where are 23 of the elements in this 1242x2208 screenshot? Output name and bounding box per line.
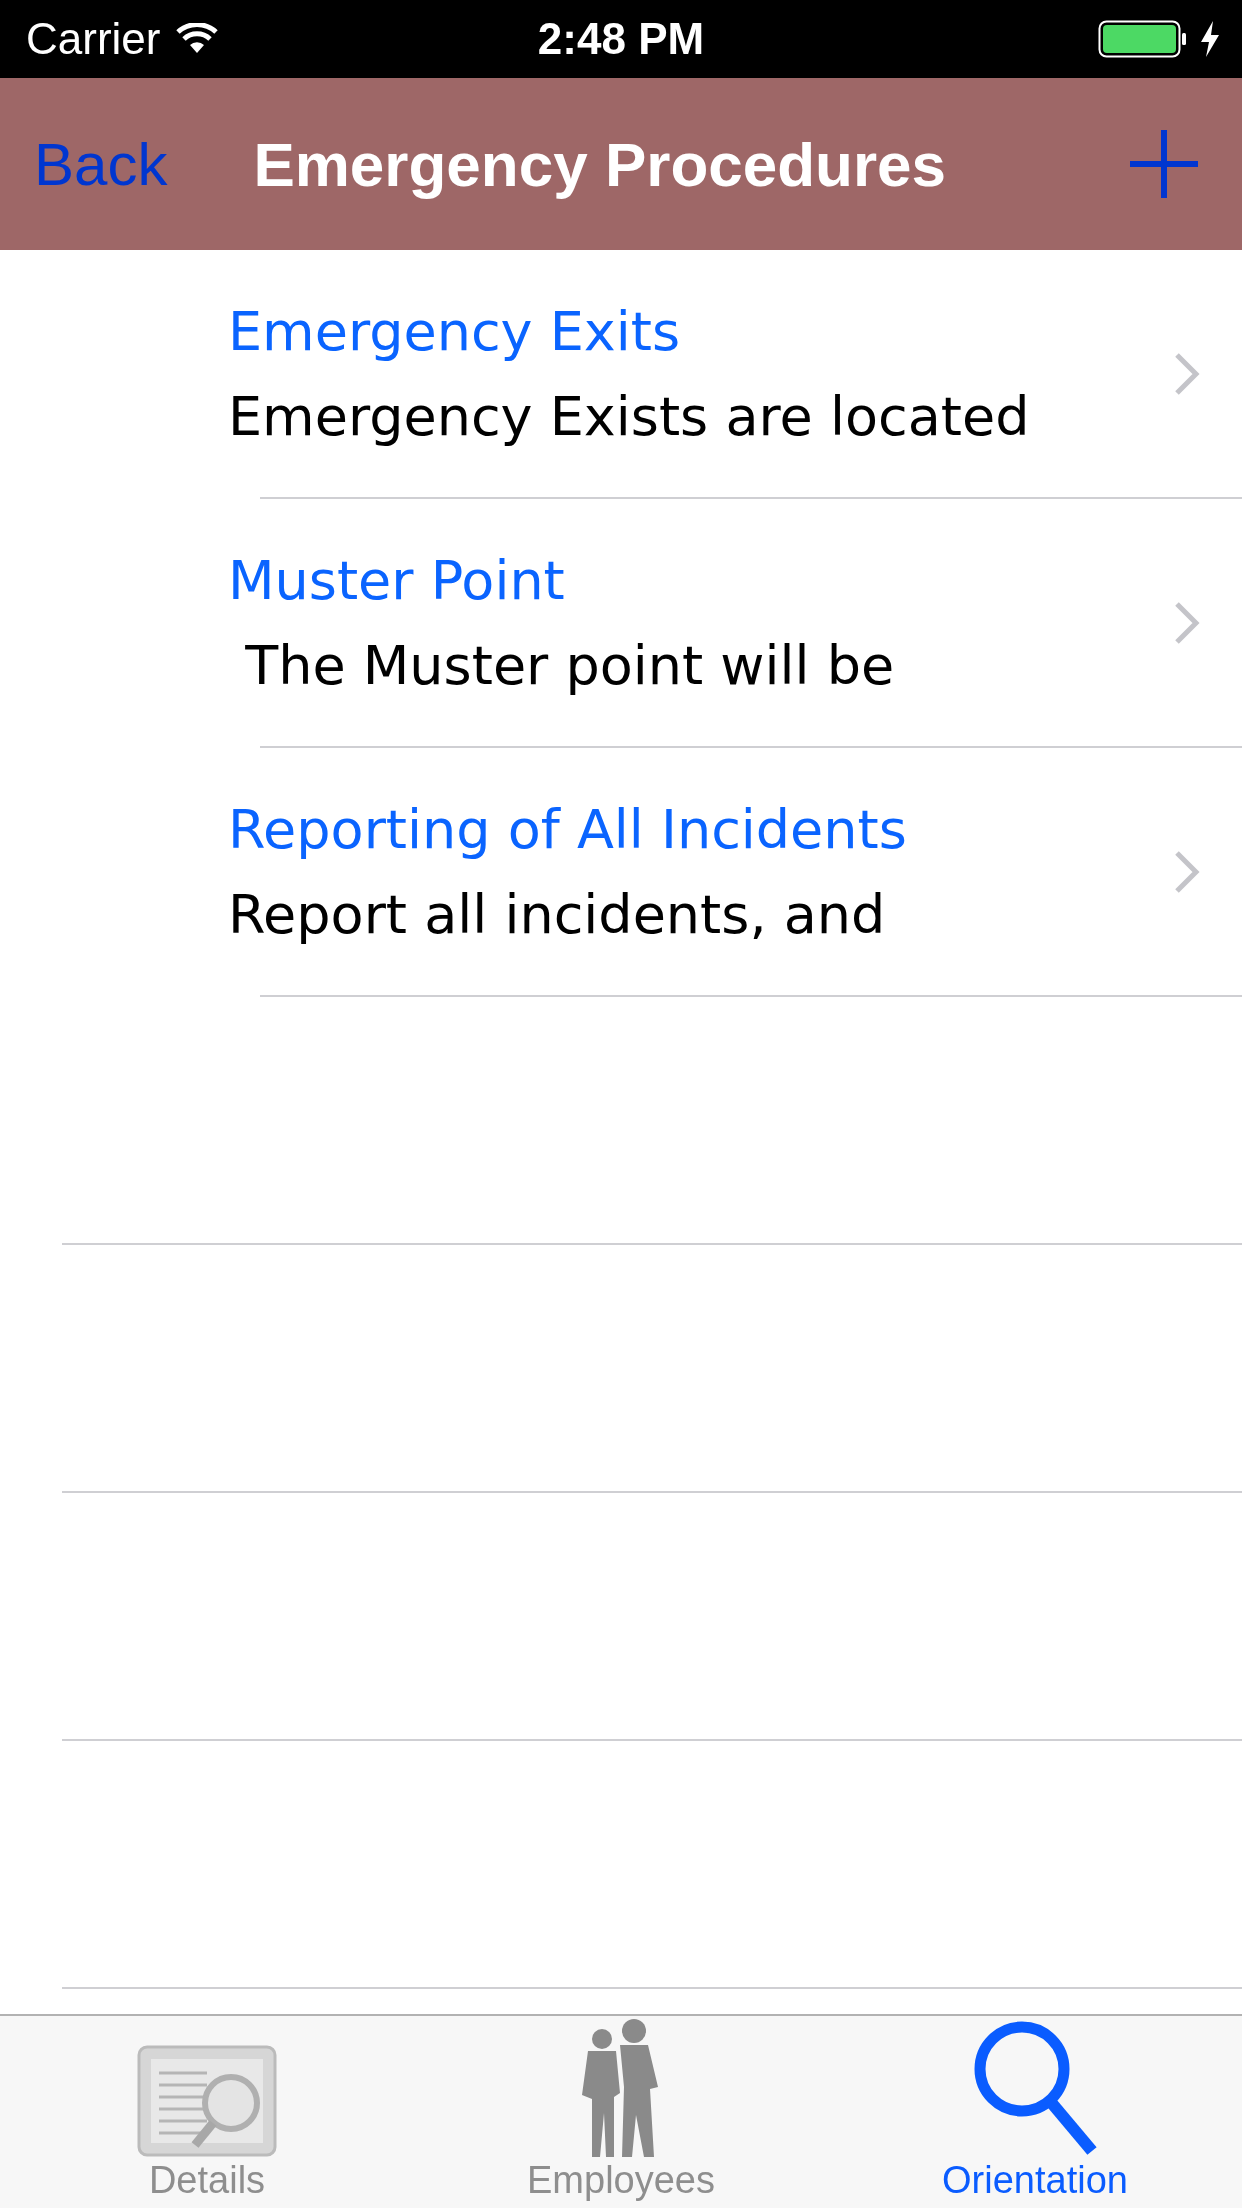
procedure-title: Muster Point	[228, 547, 566, 614]
procedure-summary: The Muster point will be	[244, 632, 896, 699]
procedure-row[interactable]: Emergency Exits Emergency Exists are located	[0, 250, 1242, 497]
procedure-summary: Report all incidents, and	[228, 881, 887, 948]
ledger-magnifier-icon	[137, 2045, 277, 2157]
carrier-label: Carrier	[26, 14, 161, 64]
wifi-icon	[176, 23, 219, 55]
procedure-title: Reporting of All Incidents	[228, 796, 908, 863]
charging-icon	[1200, 21, 1220, 57]
chevron-icon	[1174, 600, 1200, 645]
screen-title: Emergency Procedures	[253, 128, 948, 200]
clock-time: 2:48 PM	[537, 14, 705, 63]
tab[interactable]: Details	[0, 2016, 414, 2206]
chevron-icon	[1174, 849, 1200, 894]
procedure-row[interactable]: Reporting of All Incidents Report all incidents, and	[0, 748, 1242, 995]
battery-icon	[1098, 20, 1188, 58]
procedure-summary: Emergency Exists are located	[228, 383, 1031, 450]
procedure-title: Emergency Exits	[228, 298, 682, 365]
tab[interactable]: Orientation	[828, 2016, 1242, 2206]
add-button[interactable]	[1130, 130, 1198, 198]
tab[interactable]: Employees	[414, 2016, 828, 2206]
procedure-row[interactable]: Muster Point The Muster point will be	[0, 499, 1242, 746]
chevron-icon	[1174, 351, 1200, 396]
